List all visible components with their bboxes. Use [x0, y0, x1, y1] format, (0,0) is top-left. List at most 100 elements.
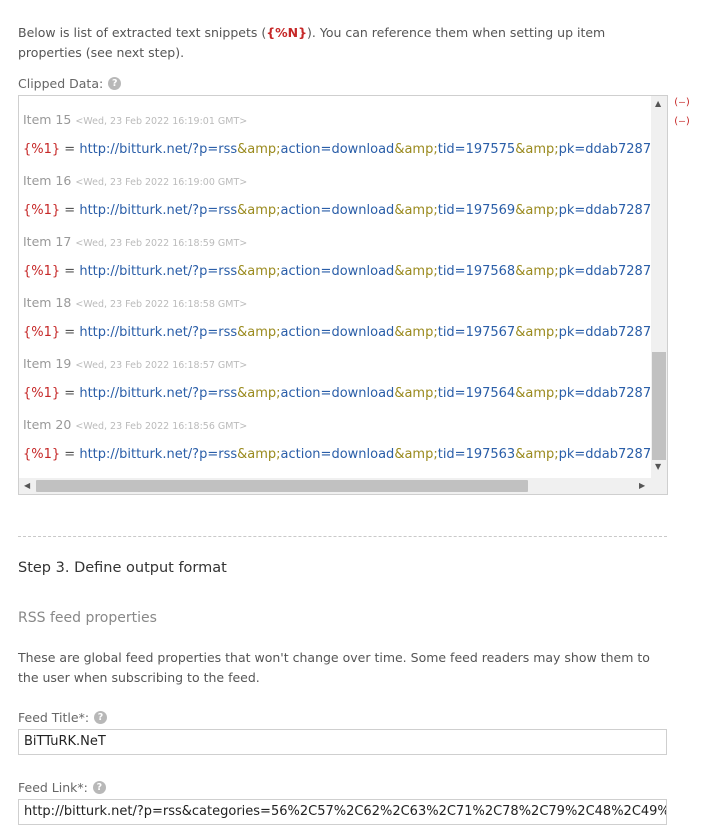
url-pk: pk=ddab72876131b: [558, 386, 651, 401]
clipped-data-box[interactable]: Item 15 <Wed, 23 Feb 2022 16:19:01 GMT> {%…: [18, 95, 668, 495]
amp-entity: &amp;: [394, 142, 438, 157]
amp-entity: &amp;: [394, 264, 438, 279]
snippet-variable: {%1}: [23, 142, 61, 157]
amp-entity: &amp;: [394, 203, 438, 218]
scroll-up-icon[interactable]: ▲: [655, 99, 661, 108]
url-pk: pk=ddab72876131b: [558, 447, 651, 462]
url-tid: 197568: [465, 264, 516, 279]
scroll-right-icon[interactable]: ▶: [639, 481, 645, 490]
item-timestamp: <Wed, 23 Feb 2022 16:18:56 GMT>: [75, 421, 248, 432]
url-pk: pk=ddab72876131b: [558, 142, 651, 157]
amp-entity: &amp;: [515, 264, 559, 279]
section-subheading: RSS feed properties: [18, 610, 157, 626]
equals-sign: =: [60, 264, 80, 279]
url-action: action=download: [280, 447, 395, 462]
vertical-scroll-thumb[interactable]: [652, 352, 666, 460]
url-tid: 197567: [465, 325, 516, 340]
list-item-header: Item 18 <Wed, 23 Feb 2022 16:18:58 GMT>: [23, 287, 651, 318]
section-description: These are global feed properties that wo…: [18, 650, 650, 685]
equals-sign: =: [60, 386, 80, 401]
list-item: {%1} = http://bitturk.net/?p=rss&amp;act…: [23, 379, 651, 409]
snippet-variable: {%1}: [23, 203, 61, 218]
help-icon[interactable]: ?: [92, 781, 106, 794]
amp-entity: &amp;: [237, 447, 281, 462]
item-label: Item 19: [23, 356, 72, 371]
list-item: {%1} = http://bitturk.net/?p=rss&amp;act…: [23, 257, 651, 287]
item-label: Item 17: [23, 234, 72, 249]
amp-entity: &amp;: [515, 325, 559, 340]
item-label: Item 15: [23, 112, 72, 127]
token-placeholder: {%N}: [266, 25, 308, 40]
step-title: Step 3. Define output format: [18, 560, 227, 576]
amp-entity: &amp;: [515, 386, 559, 401]
url-tid: 197564: [465, 386, 516, 401]
equals-sign: =: [60, 447, 80, 462]
amp-entity: &amp;: [237, 142, 281, 157]
url-action: action=download: [280, 325, 395, 340]
list-item: {%1} = http://bitturk.net/?p=rss&amp;act…: [23, 318, 651, 348]
amp-entity: &amp;: [237, 386, 281, 401]
item-timestamp: <Wed, 23 Feb 2022 16:19:00 GMT>: [75, 177, 248, 188]
url-tid: 197569: [465, 203, 516, 218]
amp-entity: &amp;: [237, 264, 281, 279]
list-item: {%1} = http://bitturk.net/?p=rss&amp;act…: [23, 196, 651, 226]
amp-entity: &amp;: [394, 447, 438, 462]
item-timestamp: <Wed, 23 Feb 2022 16:18:58 GMT>: [75, 299, 248, 310]
item-label: Item 20: [23, 417, 72, 432]
item-timestamp: <Wed, 23 Feb 2022 16:19:01 GMT>: [75, 116, 248, 127]
item-label: Item 16: [23, 173, 72, 188]
vertical-scrollbar[interactable]: ▲ ▼: [651, 96, 667, 478]
amp-entity: &amp;: [394, 386, 438, 401]
url-tid-prefix: tid=: [437, 447, 466, 462]
horizontal-scrollbar[interactable]: ◀ ▶: [19, 478, 667, 494]
list-item-header: Item 15 <Wed, 23 Feb 2022 16:19:01 GMT>: [23, 104, 651, 135]
amp-entity: &amp;: [237, 325, 281, 340]
item-label: Item 18: [23, 295, 72, 310]
url-pk: pk=ddab72876131b: [558, 203, 651, 218]
url-base: http://bitturk.net/?p=rss: [79, 142, 238, 157]
scroll-down-icon[interactable]: ▼: [655, 462, 661, 471]
snippet-variable: {%1}: [23, 325, 61, 340]
equals-sign: =: [60, 325, 80, 340]
url-tid: 197563: [465, 447, 516, 462]
snippet-variable: {%1}: [23, 264, 61, 279]
help-icon[interactable]: ?: [94, 711, 108, 724]
feed-title-input[interactable]: BiTTuRK.NeT: [18, 729, 667, 755]
intro-text: Below is list of extracted text snippets…: [18, 25, 606, 60]
url-base: http://bitturk.net/?p=rss: [79, 386, 238, 401]
item-timestamp: <Wed, 23 Feb 2022 16:18:57 GMT>: [75, 360, 248, 371]
url-tid-prefix: tid=: [437, 203, 466, 218]
clipped-data-list: Item 15 <Wed, 23 Feb 2022 16:19:01 GMT> {%…: [23, 104, 651, 470]
snippet-variable: {%1}: [23, 447, 61, 462]
equals-sign: =: [60, 203, 80, 218]
list-item-header: Item 17 <Wed, 23 Feb 2022 16:18:59 GMT>: [23, 226, 651, 257]
url-pk: pk=ddab72876131b: [558, 264, 651, 279]
url-pk: pk=ddab72876131b: [558, 325, 651, 340]
help-icon[interactable]: ?: [108, 77, 122, 90]
list-item-header: Item 20 <Wed, 23 Feb 2022 16:18:56 GMT>: [23, 409, 651, 440]
url-base: http://bitturk.net/?p=rss: [79, 264, 238, 279]
list-item-header: Item 16 <Wed, 23 Feb 2022 16:19:00 GMT>: [23, 165, 651, 196]
url-tid-prefix: tid=: [437, 386, 466, 401]
snippet-variable: {%1}: [23, 386, 61, 401]
amp-entity: &amp;: [515, 203, 559, 218]
collapse-control[interactable]: (–): [673, 97, 691, 108]
url-tid: 197575: [465, 142, 516, 157]
collapse-control[interactable]: (–): [673, 116, 691, 127]
url-base: http://bitturk.net/?p=rss: [79, 447, 238, 462]
amp-entity: &amp;: [515, 142, 559, 157]
equals-sign: =: [60, 142, 80, 157]
url-action: action=download: [280, 386, 395, 401]
url-base: http://bitturk.net/?p=rss: [79, 325, 238, 340]
amp-entity: &amp;: [237, 203, 281, 218]
feed-link-label: Feed Link*: ?: [18, 780, 106, 795]
scroll-left-icon[interactable]: ◀: [24, 481, 30, 490]
url-tid-prefix: tid=: [437, 142, 466, 157]
amp-entity: &amp;: [394, 325, 438, 340]
amp-entity: &amp;: [515, 447, 559, 462]
clipped-data-label: Clipped Data: ?: [18, 76, 122, 91]
feed-link-input[interactable]: http://bitturk.net/?p=rss&categories=56%…: [18, 799, 667, 825]
horizontal-scroll-thumb[interactable]: [36, 480, 528, 492]
list-item: {%1} = http://bitturk.net/?p=rss&amp;act…: [23, 135, 651, 165]
list-item: {%1} = http://bitturk.net/?p=rss&amp;act…: [23, 440, 651, 470]
